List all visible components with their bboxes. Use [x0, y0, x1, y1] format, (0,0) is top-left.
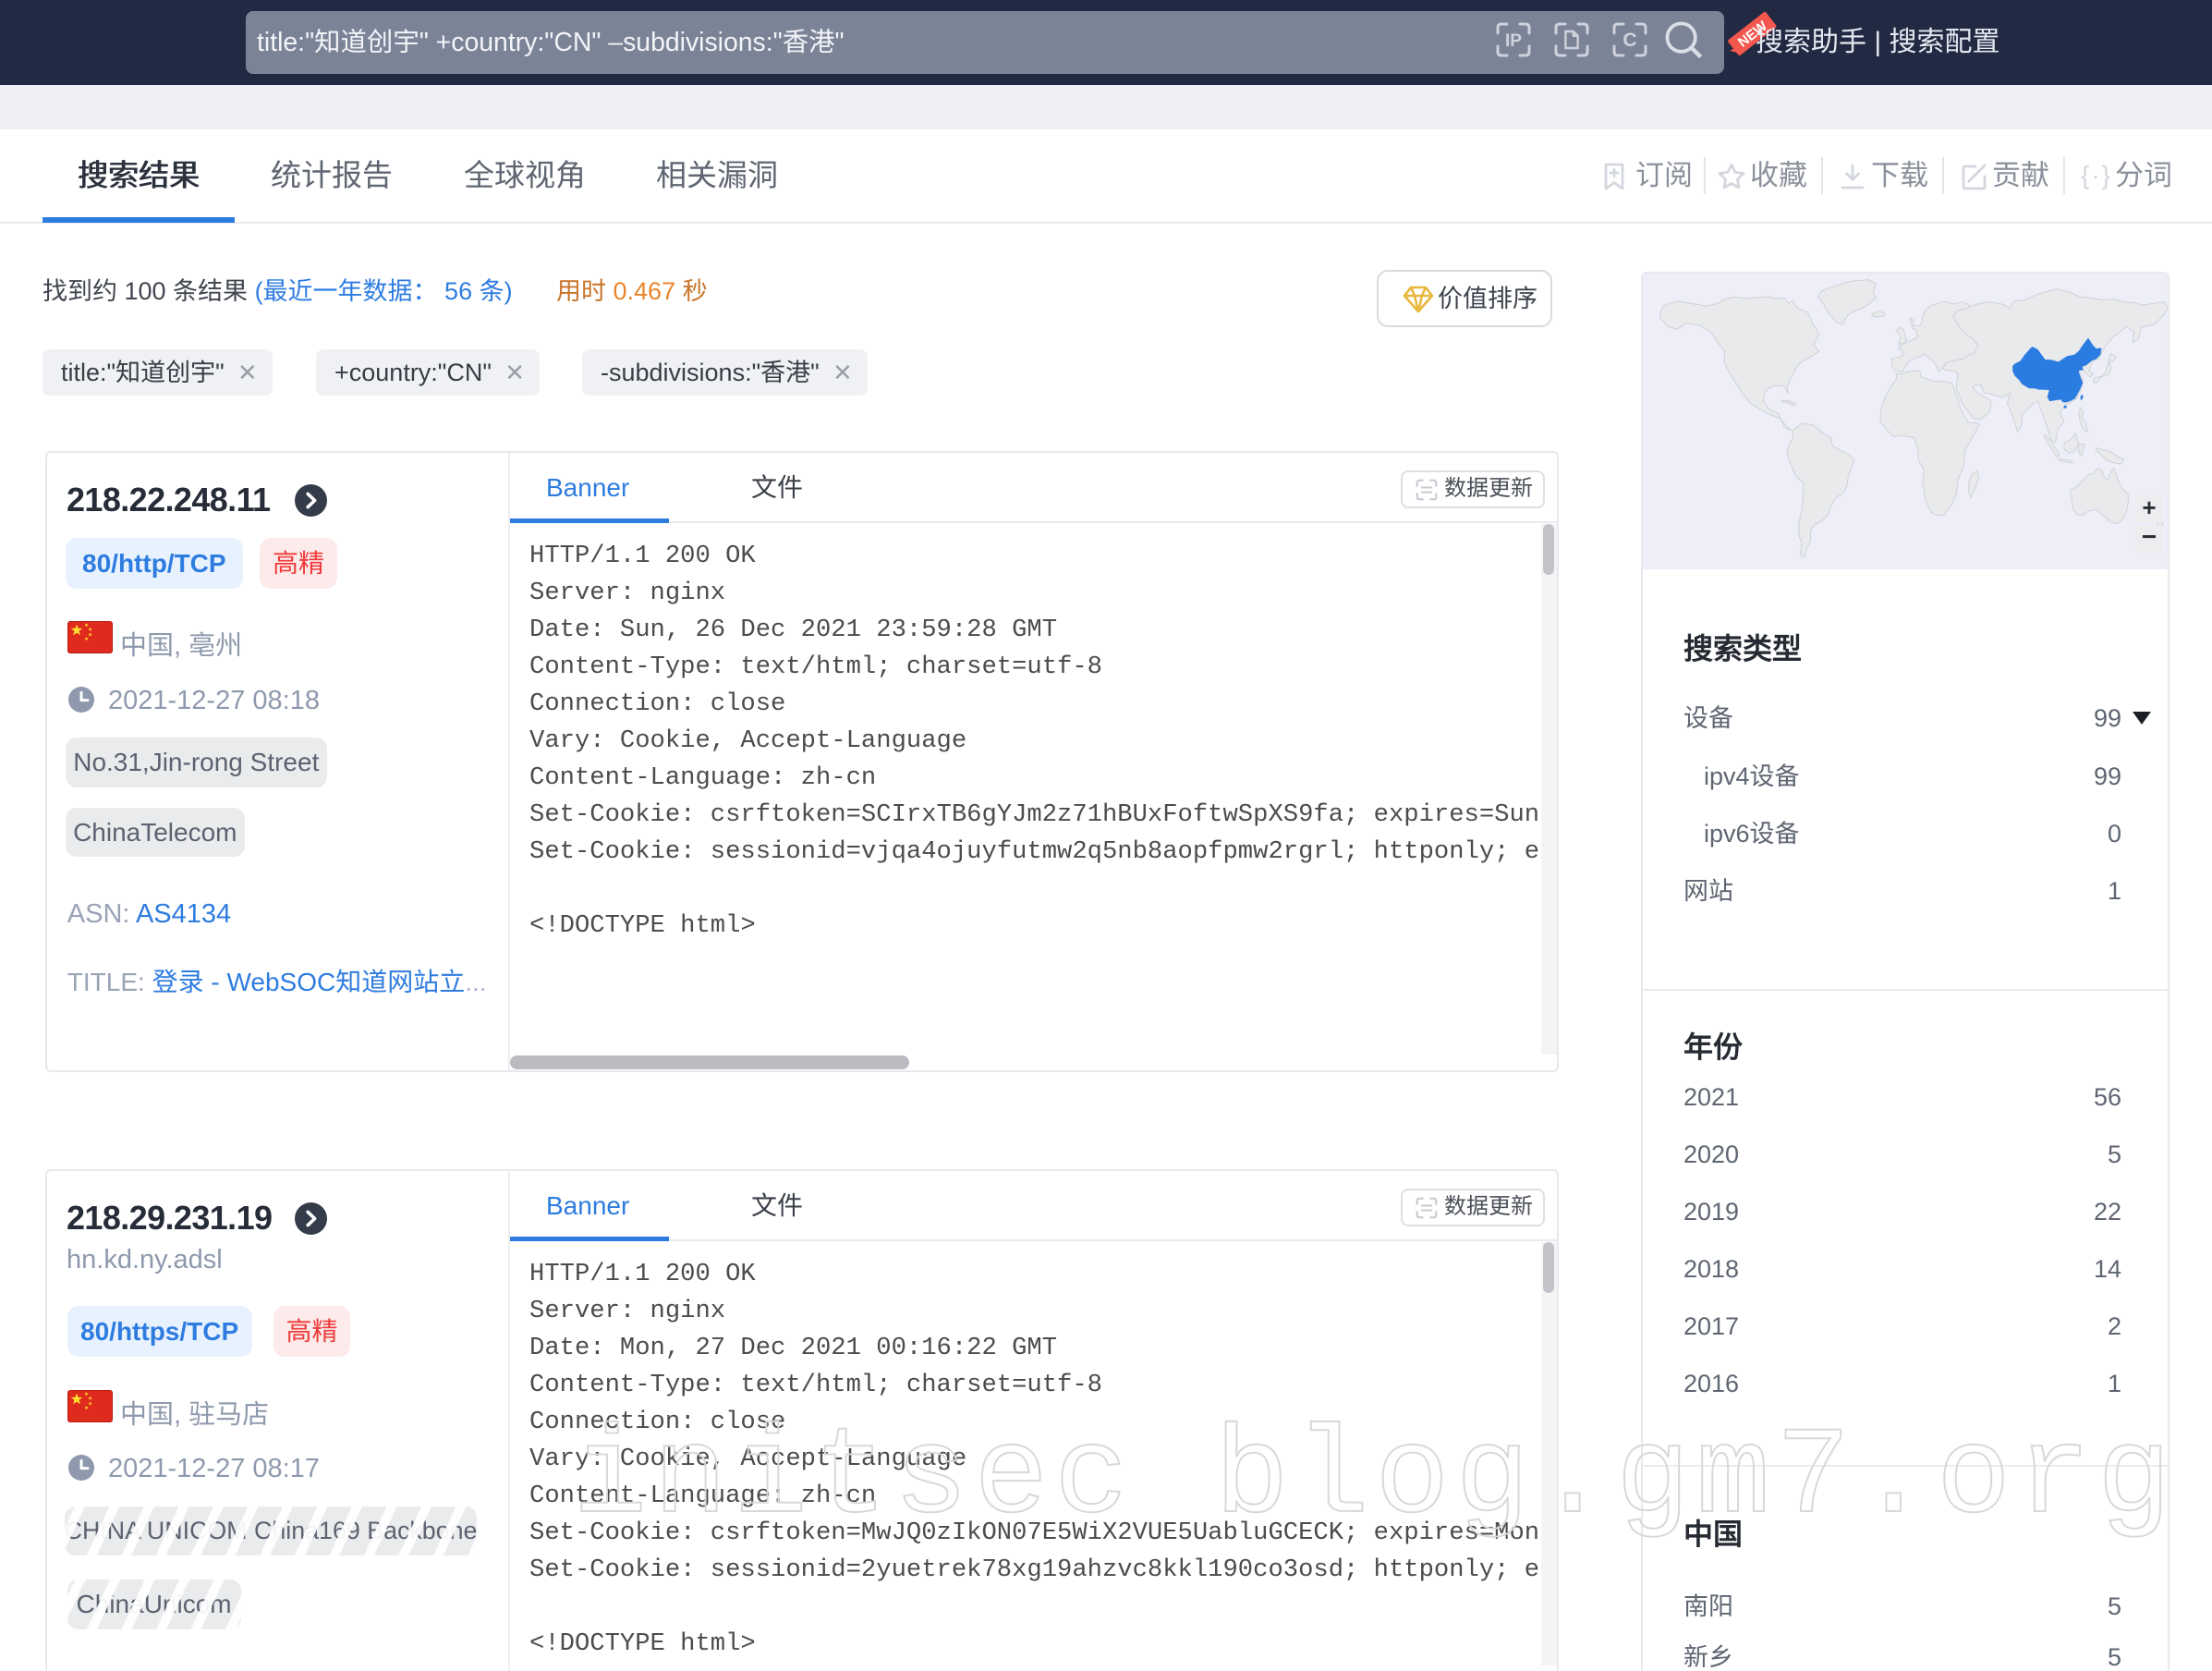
svg-text:C: C	[1623, 30, 1636, 51]
svg-text:IP: IP	[1505, 31, 1522, 51]
